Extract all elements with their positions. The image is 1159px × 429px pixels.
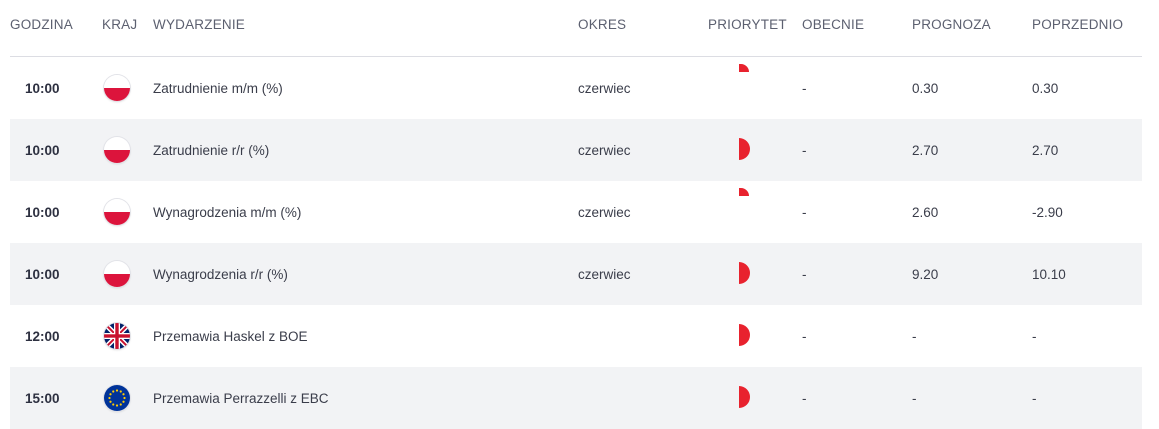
event-previous: - <box>1032 390 1037 406</box>
event-previous: 10.10 <box>1032 266 1066 282</box>
uk-flag-icon <box>104 323 130 349</box>
eu-flag-icon <box>104 385 130 411</box>
priority-icon <box>739 367 759 429</box>
header-country[interactable]: KRAJ <box>102 17 137 32</box>
event-previous: - <box>1032 328 1037 344</box>
table-row[interactable]: 10:00 Wynagrodzenia r/r (%) czerwiec - 9.20 1… <box>10 243 1142 305</box>
poland-flag-icon <box>104 261 130 287</box>
event-time: 10:00 <box>25 266 60 282</box>
event-forecast: 2.60 <box>912 204 939 220</box>
header-priority[interactable]: PRIORYTET <box>708 17 787 32</box>
header-period[interactable]: OKRES <box>578 17 626 32</box>
economic-calendar-table: GODZINA KRAJ WYDARZENIE OKRES PRIORYTET … <box>10 0 1142 429</box>
event-previous: 0.30 <box>1032 80 1059 96</box>
event-actual: - <box>802 328 807 344</box>
event-time: 12:00 <box>25 328 60 344</box>
header-event[interactable]: WYDARZENIE <box>153 17 245 32</box>
event-actual: - <box>802 142 807 158</box>
event-name[interactable]: Zatrudnienie r/r (%) <box>153 119 269 181</box>
event-actual: - <box>802 390 807 406</box>
event-forecast: 0.30 <box>912 80 939 96</box>
priority-icon <box>739 305 759 367</box>
table-row[interactable]: 12:00 Przemawia Haskel z BOE - - - <box>10 305 1142 367</box>
poland-flag-icon <box>104 137 130 163</box>
header-actual[interactable]: OBECNIE <box>802 17 864 32</box>
table-row[interactable]: 10:00 Wynagrodzenia m/m (%) czerwiec - 2.60 -… <box>10 181 1142 243</box>
priority-icon <box>739 119 759 181</box>
event-name[interactable]: Zatrudnienie m/m (%) <box>153 57 283 119</box>
event-name[interactable]: Przemawia Haskel z BOE <box>153 305 308 367</box>
event-time: 15:00 <box>25 390 60 406</box>
event-previous: 2.70 <box>1032 142 1059 158</box>
event-actual: - <box>802 80 807 96</box>
header-previous[interactable]: POPRZEDNIO <box>1032 17 1123 32</box>
event-actual: - <box>802 266 807 282</box>
table-row[interactable]: 10:00 Zatrudnienie r/r (%) czerwiec - 2.70 2.… <box>10 119 1142 181</box>
priority-icon <box>739 181 759 243</box>
table-body: 10:00 Zatrudnienie m/m (%) czerwiec - 0.30 0.… <box>10 57 1142 429</box>
event-forecast: 9.20 <box>912 266 939 282</box>
table-row[interactable]: 15:00 Przemawia Perrazzelli z EBC - - - <box>10 367 1142 429</box>
header-forecast[interactable]: PROGNOZA <box>912 17 991 32</box>
priority-icon <box>739 243 759 305</box>
poland-flag-icon <box>104 199 130 225</box>
poland-flag-icon <box>104 75 130 101</box>
event-time: 10:00 <box>25 204 60 220</box>
event-forecast: - <box>912 390 917 406</box>
event-period: czerwiec <box>578 204 631 220</box>
event-period: czerwiec <box>578 142 631 158</box>
event-name[interactable]: Wynagrodzenia m/m (%) <box>153 181 301 243</box>
event-time: 10:00 <box>25 80 60 96</box>
event-previous: -2.90 <box>1032 204 1063 220</box>
event-forecast: 2.70 <box>912 142 939 158</box>
event-period: czerwiec <box>578 266 631 282</box>
event-time: 10:00 <box>25 142 60 158</box>
event-actual: - <box>802 204 807 220</box>
header-time[interactable]: GODZINA <box>10 17 73 32</box>
event-name[interactable]: Przemawia Perrazzelli z EBC <box>153 367 329 429</box>
table-header: GODZINA KRAJ WYDARZENIE OKRES PRIORYTET … <box>10 0 1142 57</box>
priority-icon <box>739 57 759 119</box>
event-name[interactable]: Wynagrodzenia r/r (%) <box>153 243 288 305</box>
event-period: czerwiec <box>578 80 631 96</box>
event-forecast: - <box>912 328 917 344</box>
table-row[interactable]: 10:00 Zatrudnienie m/m (%) czerwiec - 0.30 0.… <box>10 57 1142 119</box>
